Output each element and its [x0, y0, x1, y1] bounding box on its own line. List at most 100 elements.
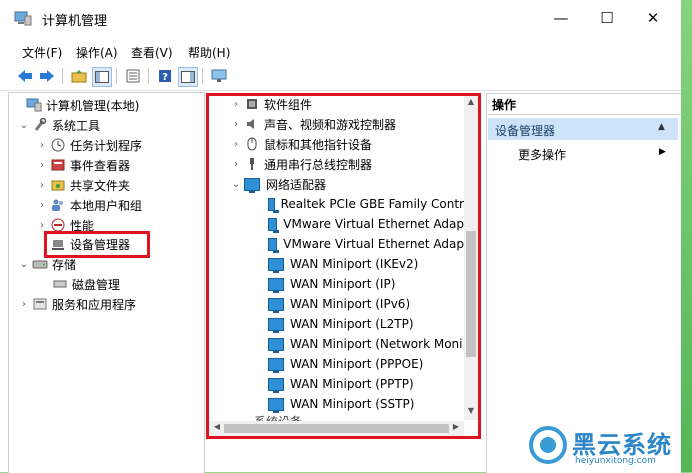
tree-item-device-manager[interactable]: 设备管理器 — [48, 234, 130, 254]
chevron-right-icon[interactable]: › — [36, 140, 48, 151]
chevron-down-icon[interactable]: ⌄ — [18, 120, 30, 131]
event-viewer-label: 事件查看器 — [70, 158, 131, 173]
list-icon[interactable] — [124, 67, 142, 85]
network-adapter-label: WAN Miniport (PPPOE) — [290, 357, 424, 371]
local-users-label: 本地用户和组 — [70, 198, 143, 213]
network-adapter-icon — [268, 217, 280, 233]
tree-services[interactable]: › 服务和应用程序 — [18, 294, 136, 314]
menu-file[interactable]: 文件(F) — [22, 44, 62, 61]
tree-item-disk-management[interactable]: 磁盘管理 — [50, 274, 120, 294]
chevron-right-icon[interactable]: › — [36, 160, 48, 171]
network-adapter-item[interactable]: WAN Miniport (IP) — [266, 274, 464, 294]
network-adapter-item[interactable]: WAN Miniport (Network Moni — [266, 334, 464, 354]
tree-root[interactable]: 计算机管理(本地) — [12, 95, 139, 115]
network-adapter-icon — [268, 357, 284, 373]
back-icon[interactable] — [16, 67, 34, 85]
tree-item-local-users[interactable]: › 本地用户和组 — [36, 195, 142, 215]
chevron-right-icon[interactable]: › — [230, 119, 242, 130]
tree-storage[interactable]: ⌄ 存储 — [18, 254, 76, 274]
disk-icon — [52, 276, 68, 292]
network-adapter-item[interactable]: WAN Miniport (IKEv2) — [266, 254, 464, 274]
network-adapter-item[interactable]: WAN Miniport (SSTP) — [266, 394, 464, 414]
chevron-right-icon[interactable]: › — [230, 139, 242, 150]
horizontal-scroll-thumb[interactable] — [224, 424, 449, 433]
up-folder-icon[interactable] — [70, 67, 88, 85]
submenu-arrow-icon[interactable]: ▶ — [659, 147, 666, 157]
network-adapter-label: WAN Miniport (Network Moni — [290, 337, 463, 351]
toolbar-separator — [62, 68, 63, 84]
toolbar-separator — [148, 68, 149, 84]
scroll-up-icon[interactable]: ▲ — [465, 97, 477, 109]
network-adapter-item[interactable]: WAN Miniport (PPPOE) — [266, 354, 464, 374]
chevron-down-icon[interactable]: ⌄ — [230, 179, 242, 190]
network-adapter-item[interactable]: Realtek PCIe GBE Family Contr — [266, 194, 464, 214]
close-button[interactable]: ✕ — [630, 4, 676, 32]
network-adapter-item[interactable]: VMware Virtual Ethernet Adap — [266, 214, 464, 234]
device-category-label: 软件组件 — [264, 97, 313, 112]
tree-item-task-scheduler[interactable]: › 任务计划程序 — [36, 135, 142, 155]
watermark-url: heiyunxitong.com — [575, 456, 656, 466]
collapse-up-icon[interactable]: ▲ — [658, 122, 665, 132]
chevron-right-icon[interactable]: › — [36, 180, 48, 191]
network-adapter-item[interactable]: WAN Miniport (IPv6) — [266, 294, 464, 314]
shared-folders-label: 共享文件夹 — [70, 178, 131, 193]
network-adapters-label: 网络适配器 — [266, 177, 327, 192]
network-adapter-item[interactable]: WAN Miniport (PPTP) — [266, 374, 464, 394]
more-actions-label: 更多操作 — [518, 148, 567, 162]
software-component-icon — [244, 96, 260, 112]
services-icon — [32, 296, 48, 312]
chevron-right-icon[interactable]: › — [230, 99, 242, 110]
minimize-button[interactable]: — — [538, 4, 584, 32]
properties-icon[interactable] — [178, 67, 198, 87]
device-category-usb[interactable]: › 通用串行总线控制器 — [230, 154, 372, 174]
chevron-right-icon[interactable]: › — [36, 220, 48, 231]
chevron-down-icon[interactable]: ⌄ — [18, 259, 30, 270]
vertical-scroll-thumb[interactable] — [466, 231, 476, 357]
network-adapter-icon — [268, 317, 284, 333]
device-category-software[interactable]: › 软件组件 — [230, 94, 312, 114]
device-category-label: 通用串行总线控制器 — [264, 157, 373, 172]
event-viewer-icon — [50, 157, 66, 173]
show-tree-icon[interactable] — [92, 67, 112, 87]
network-adapter-item[interactable]: VMware Virtual Ethernet Adap — [266, 234, 464, 254]
monitor-icon[interactable] — [210, 67, 228, 85]
chevron-right-icon[interactable]: › — [18, 299, 30, 310]
scroll-right-icon[interactable]: ▶ — [450, 422, 462, 434]
maximize-button[interactable]: ☐ — [584, 4, 630, 32]
actions-device-manager[interactable]: 设备管理器 ▲ — [488, 118, 678, 140]
device-category-mouse[interactable]: › 鼠标和其他指针设备 — [230, 134, 372, 154]
device-category-label: 声音、视频和游戏控制器 — [264, 117, 397, 132]
network-adapter-label: VMware Virtual Ethernet Adap — [283, 217, 464, 231]
device-category-network[interactable]: ⌄ 网络适配器 — [230, 174, 326, 194]
help-icon[interactable]: ? — [156, 67, 174, 85]
computer-management-icon — [14, 10, 32, 26]
network-adapter-icon — [268, 237, 280, 253]
users-icon — [50, 197, 66, 213]
menu-action[interactable]: 操作(A) — [76, 44, 118, 61]
tree-system-tools[interactable]: ⌄ 系统工具 — [18, 115, 100, 135]
tools-icon — [32, 117, 48, 133]
network-adapter-label: WAN Miniport (IP) — [290, 277, 396, 291]
menu-view[interactable]: 查看(V) — [131, 44, 173, 61]
storage-label: 存储 — [52, 257, 77, 272]
menu-help[interactable]: 帮助(H) — [188, 44, 230, 61]
more-actions[interactable]: 更多操作 — [518, 146, 566, 163]
tree-item-shared-folders[interactable]: › 共享文件夹 — [36, 175, 130, 195]
toolbar-separator — [116, 68, 117, 84]
scroll-down-icon[interactable]: ▼ — [465, 406, 477, 418]
chevron-right-icon[interactable]: › — [230, 159, 242, 170]
device-category-audio[interactable]: › 声音、视频和游戏控制器 — [230, 114, 396, 134]
forward-icon[interactable] — [38, 67, 56, 85]
scroll-left-icon[interactable]: ◀ — [211, 422, 223, 434]
task-scheduler-label: 任务计划程序 — [70, 138, 143, 153]
computer-management-icon — [26, 97, 42, 113]
chevron-right-icon[interactable]: › — [36, 200, 48, 211]
network-adapter-icon — [268, 377, 284, 393]
tree-item-event-viewer[interactable]: › 事件查看器 — [36, 155, 130, 175]
system-tools-label: 系统工具 — [52, 118, 101, 133]
usb-icon — [244, 156, 260, 172]
device-manager-label: 设备管理器 — [70, 237, 131, 252]
device-manager-icon — [50, 236, 66, 252]
network-adapter-item[interactable]: WAN Miniport (L2TP) — [266, 314, 464, 334]
shared-folder-icon — [50, 177, 66, 193]
